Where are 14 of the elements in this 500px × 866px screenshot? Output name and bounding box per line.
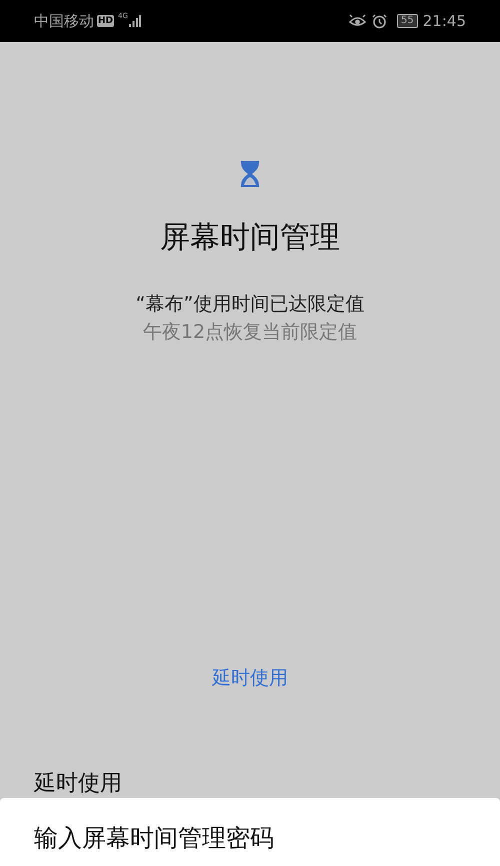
hourglass-icon <box>240 160 260 188</box>
eye-icon <box>349 14 366 28</box>
clock-time: 21:45 <box>422 10 466 32</box>
delay-use-link[interactable]: 延时使用 <box>212 664 288 692</box>
sheet-title-peek: 延时使用 <box>34 770 123 798</box>
battery-level: 55 <box>397 14 418 28</box>
alarm-icon <box>372 14 388 28</box>
hd-badge: HD <box>97 15 114 27</box>
sheet-title: 输入屏幕时间管理密码 <box>34 824 274 852</box>
limit-message: “幕布”使用时间已达限定值 <box>136 292 364 317</box>
carrier-name: 中国移动 <box>34 10 94 32</box>
reset-note: 午夜12点恢复当前限定值 <box>142 320 358 345</box>
screen-title: 屏幕时间管理 <box>160 219 340 257</box>
signal-icon <box>128 15 141 27</box>
